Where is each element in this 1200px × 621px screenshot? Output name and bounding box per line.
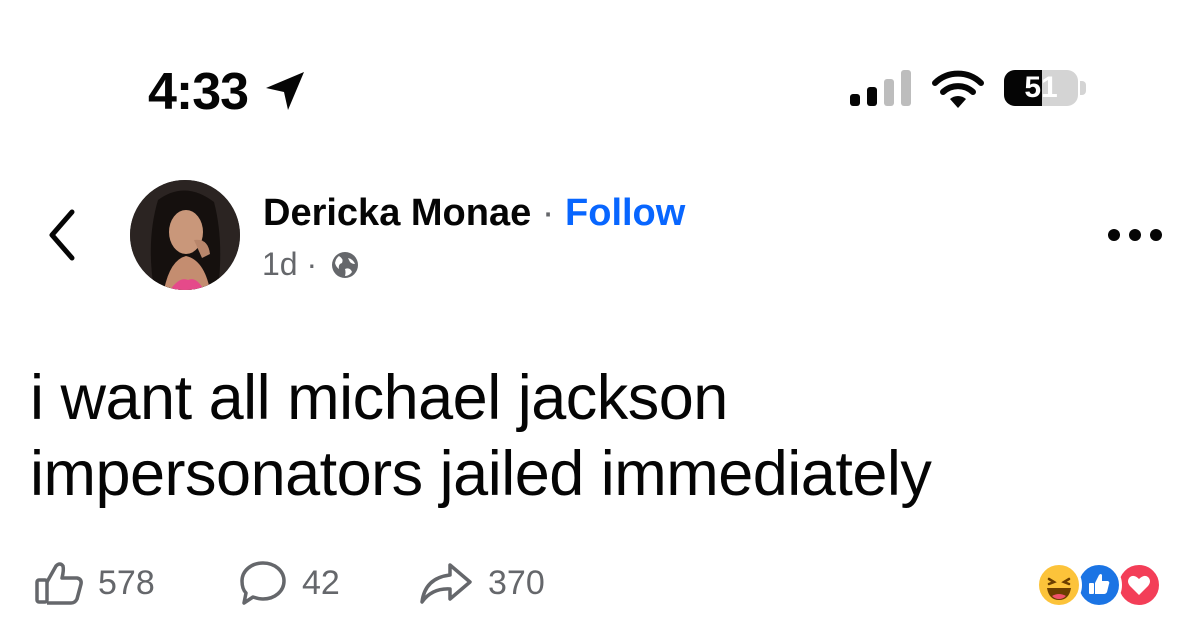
reactions-summary[interactable] (1036, 562, 1170, 608)
like-count: 578 (98, 564, 155, 602)
author-separator: · (541, 192, 555, 234)
avatar-photo (130, 180, 240, 290)
haha-icon (1036, 562, 1082, 608)
back-chevron-icon[interactable] (42, 206, 82, 264)
comment-button[interactable]: 42 (238, 560, 340, 606)
thumbs-up-icon (35, 562, 83, 605)
post-text-line: i want all michael jackson (30, 363, 728, 433)
status-time: 4:33 (148, 63, 249, 121)
more-options-icon[interactable] (1106, 218, 1164, 252)
battery-tip (1080, 81, 1086, 95)
comment-count: 42 (302, 564, 340, 602)
share-arrow-icon (420, 563, 472, 604)
battery-percentage: 51 (1024, 71, 1058, 104)
battery-icon: 51 (1004, 70, 1078, 106)
share-count: 370 (488, 564, 545, 602)
post-text: i want all michael jackson impersonators… (30, 360, 1180, 512)
like-button[interactable]: 578 (34, 560, 155, 606)
post-meta: 1d · (262, 244, 360, 284)
love-icon (1116, 562, 1162, 608)
follow-button[interactable]: Follow (565, 192, 685, 234)
comment-bubble-icon (240, 561, 286, 605)
author-name[interactable]: Dericka Monae (263, 192, 531, 234)
like-reaction-icon (1076, 562, 1122, 608)
globe-icon (332, 252, 359, 278)
cellular-signal-icon (850, 70, 911, 106)
meta-separator: · (306, 246, 318, 282)
post-age[interactable]: 1d (262, 246, 298, 282)
wifi-icon (932, 70, 984, 108)
post-text-line: impersonators jailed immediately (30, 439, 932, 509)
author-avatar[interactable] (130, 180, 240, 290)
author-line: Dericka Monae · Follow (263, 190, 685, 236)
share-button[interactable]: 370 (418, 560, 545, 606)
location-arrow-icon (266, 72, 304, 110)
